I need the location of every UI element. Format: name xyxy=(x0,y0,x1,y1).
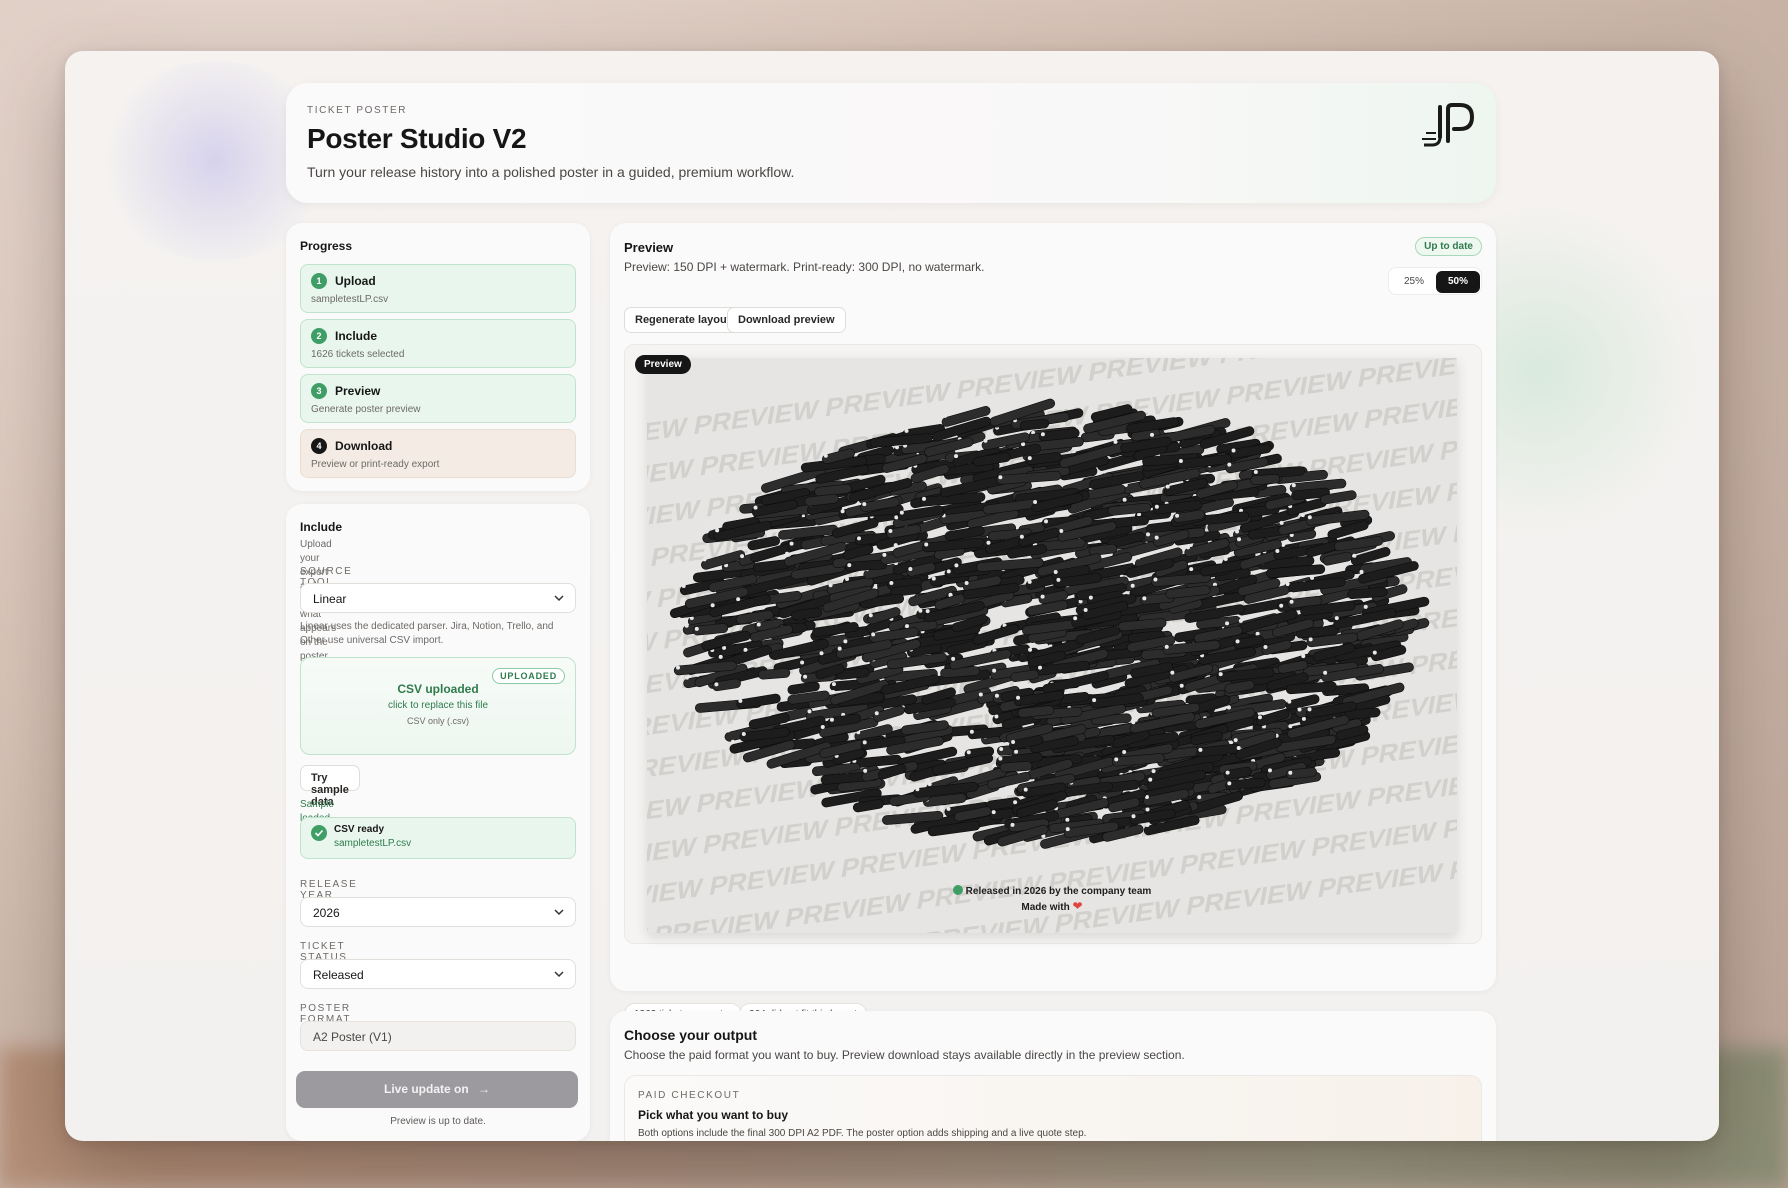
poster-caption: Released in 2026 by the company team xyxy=(647,885,1457,897)
brand-logo-icon xyxy=(1422,103,1475,147)
checkout-box: PAID CHECKOUT Pick what you want to buy … xyxy=(624,1075,1482,1141)
app-window: TICKET POSTER Poster Studio V2 Turn your… xyxy=(65,51,1719,1141)
step-download[interactable]: 4 Download Preview or print-ready export xyxy=(300,429,576,478)
source-tool-value: Linear xyxy=(313,592,347,606)
source-tool-select[interactable]: Linear xyxy=(300,583,576,613)
preview-pill: Preview xyxy=(635,355,691,374)
poster-caption-line1: Released in 2026 by the company team xyxy=(965,886,1152,897)
step-label: Preview xyxy=(335,384,381,398)
chevron-down-icon xyxy=(554,909,564,916)
preview-subtitle: Preview: 150 DPI + watermark. Print-read… xyxy=(624,260,985,274)
header-card: TICKET POSTER Poster Studio V2 Turn your… xyxy=(286,83,1496,203)
csv-upload-dropzone[interactable]: UPLOADED CSV uploaded click to replace t… xyxy=(300,657,576,755)
release-year-value: 2026 xyxy=(313,906,340,920)
step-sub: Preview or print-ready export xyxy=(311,459,440,470)
poster-caption-2: Made with ❤ xyxy=(647,899,1457,913)
zoom-toggle: 25% 50% xyxy=(1388,267,1482,295)
upload-title: CSV uploaded xyxy=(397,682,479,696)
step-number: 2 xyxy=(311,328,327,344)
chevron-down-icon xyxy=(554,971,564,978)
step-label: Upload xyxy=(335,274,376,288)
zoom-50-option[interactable]: 50% xyxy=(1436,271,1480,293)
step-number: 4 xyxy=(311,438,327,454)
output-card: Choose your output Choose the paid forma… xyxy=(610,1011,1496,1141)
step-number: 3 xyxy=(311,383,327,399)
try-sample-button[interactable]: Try sample data xyxy=(300,765,360,808)
step-include[interactable]: 2 Include 1626 tickets selected xyxy=(300,319,576,368)
ticket-status-select[interactable]: Released xyxy=(300,959,576,989)
csv-ready-box: CSV ready sampletestLP.csv xyxy=(300,817,576,859)
poster-caption-line2: Made with xyxy=(1021,902,1070,913)
output-subtitle: Choose the paid format you want to buy. … xyxy=(624,1048,1185,1062)
live-update-note: Preview is up to date. xyxy=(390,1116,486,1127)
progress-title: Progress xyxy=(300,239,353,253)
poster-preview-frame: PREVIEW PREVIEW PREVIEW PREVIEW PREVIEW … xyxy=(624,344,1482,944)
csv-ready-file: sampletestLP.csv xyxy=(334,838,412,849)
progress-card: Progress 1 Upload sampletestLP.csv 2 Inc… xyxy=(286,223,590,491)
step-label: Download xyxy=(335,439,393,453)
ticket-status-value: Released xyxy=(313,968,364,982)
csv-ready-title: CSV ready xyxy=(334,824,385,835)
live-update-label: Live update on xyxy=(383,1082,469,1096)
page-title: Poster Studio V2 xyxy=(307,123,527,154)
poster-art: PREVIEW PREVIEW PREVIEW PREVIEW PREVIEW … xyxy=(647,358,1457,933)
checkout-heading: Pick what you want to buy xyxy=(638,1108,789,1122)
preview-card: Preview Preview: 150 DPI + watermark. Pr… xyxy=(610,223,1496,1025)
include-title: Include xyxy=(300,520,343,534)
regenerate-layout-button[interactable]: Regenerate layout xyxy=(624,307,742,333)
preview-title: Preview xyxy=(624,240,674,255)
status-badge: Up to date xyxy=(1415,237,1482,256)
source-tool-note: Linear uses the dedicated parser. Jira, … xyxy=(300,621,554,646)
check-icon xyxy=(311,825,327,841)
step-sub: sampletestLP.csv xyxy=(311,294,389,305)
step-upload[interactable]: 1 Upload sampletestLP.csv xyxy=(300,264,576,313)
live-update-button[interactable]: Live update on → xyxy=(296,1071,578,1108)
download-preview-button[interactable]: Download preview xyxy=(727,307,846,333)
release-year-select[interactable]: 2026 xyxy=(300,897,576,927)
poster-canvas: PREVIEW PREVIEW PREVIEW PREVIEW PREVIEW … xyxy=(647,358,1457,933)
step-preview[interactable]: 3 Preview Generate poster preview xyxy=(300,374,576,423)
checkout-eyebrow: PAID CHECKOUT xyxy=(638,1090,741,1101)
upload-replace-text: click to replace this file xyxy=(387,700,489,711)
step-sub: Generate poster preview xyxy=(311,404,421,415)
poster-format-field: A2 Poster (V1) xyxy=(300,1021,576,1051)
step-sub: 1626 tickets selected xyxy=(311,349,405,360)
header-eyebrow: TICKET POSTER xyxy=(307,105,408,116)
checkout-note: Both options include the final 300 DPI A… xyxy=(638,1128,1087,1139)
output-title: Choose your output xyxy=(624,1027,757,1043)
poster-check-icon xyxy=(952,885,963,895)
upload-hint: CSV only (.csv) xyxy=(406,716,469,726)
arrow-right-icon: → xyxy=(478,1082,491,1096)
step-label: Include xyxy=(335,329,378,343)
chevron-down-icon xyxy=(554,595,564,602)
step-number: 1 xyxy=(311,273,327,289)
page-subtitle: Turn your release history into a polishe… xyxy=(307,164,795,180)
heart-icon: ❤ xyxy=(1072,899,1083,913)
zoom-25-option[interactable]: 25% xyxy=(1392,271,1436,293)
